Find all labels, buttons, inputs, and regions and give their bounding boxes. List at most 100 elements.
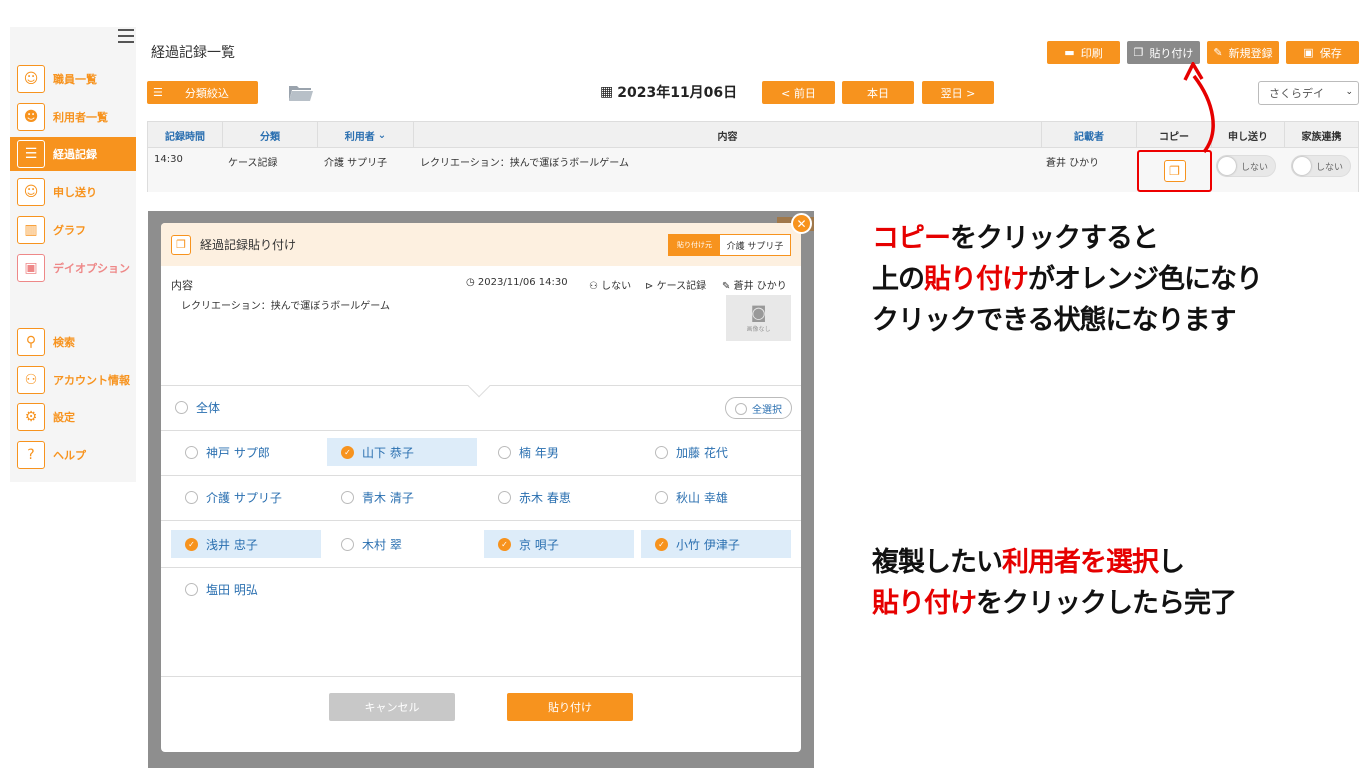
new-entry-button[interactable]: ✎ 新規登録 — [1207, 41, 1279, 64]
sidebar-item-label: 設定 — [53, 411, 75, 424]
sidebar-item-day-option[interactable]: ▣ デイオプション — [10, 251, 136, 285]
user-option[interactable]: 加藤 花代 — [641, 438, 791, 466]
note-text: がオレンジ色になり — [1028, 264, 1263, 295]
dialog-header: ❐ 経過記録貼り付け 貼り付け元 介護 サプリ子 — [161, 223, 801, 266]
radio-icon — [498, 490, 511, 504]
user-option[interactable]: 神戸 サプ郎 — [171, 438, 321, 466]
select-all-button[interactable]: 全選択 — [725, 397, 792, 419]
sidebar-item-search[interactable]: ⚲ 検索 — [10, 325, 136, 359]
user-option[interactable]: ✓ 小竹 伊津子 — [641, 530, 791, 558]
copy-icon[interactable]: ❐ — [1163, 160, 1186, 182]
user-option[interactable]: 介護 サプリ子 — [171, 483, 321, 511]
col-user[interactable]: 利用者 ⌄ — [318, 122, 414, 148]
sidebar-item-account[interactable]: ⚇ アカウント情報 — [10, 363, 136, 397]
sidebar-item-handover[interactable]: ☺ 申し送り — [10, 175, 136, 209]
new-entry-label: 新規登録 — [1228, 46, 1273, 60]
cancel-button[interactable]: キャンセル — [329, 693, 455, 721]
sidebar-item-settings[interactable]: ⚙ 設定 — [10, 400, 136, 434]
sidebar-item-label: 検索 — [53, 336, 75, 349]
note-text: 上の — [872, 264, 925, 295]
source-tag-label: 貼り付け元 — [669, 235, 720, 255]
pencil-icon: ✎ — [1213, 46, 1223, 59]
col-author[interactable]: 記載者 — [1042, 122, 1137, 148]
note-text: コピー — [872, 223, 951, 254]
handover-toggle[interactable]: しない — [1216, 155, 1276, 177]
record-content: レクリエーション：挟んで運ぼうボールゲーム — [181, 301, 390, 312]
user-option-label: 神戸 サプ郎 — [206, 445, 270, 460]
note-text: をクリックすると — [950, 223, 1159, 254]
user-option[interactable]: 青木 清子 — [327, 483, 477, 511]
radio-icon — [655, 445, 668, 459]
sidebar-item-staff[interactable]: ☺ 職員一覧 — [10, 62, 136, 96]
facility-select[interactable]: さくらデイ ⌄ — [1258, 81, 1359, 105]
user-option[interactable]: 木村 翠 — [327, 530, 477, 558]
paste-confirm-button[interactable]: 貼り付け — [507, 693, 633, 721]
copy-highlight: ❐ — [1137, 150, 1212, 192]
category-filter-button[interactable]: ☰ 分類絞込 — [147, 81, 258, 104]
user-option[interactable]: ✓ 浅井 忠子 — [171, 530, 321, 558]
next-day-button[interactable]: 翌日 > — [922, 81, 994, 104]
check-icon: ✓ — [498, 537, 511, 551]
sidebar-item-label: アカウント情報 — [53, 374, 130, 387]
pen-icon: ✎ — [722, 281, 731, 292]
sidebar-item-users[interactable]: ☻ 利用者一覧 — [10, 100, 136, 134]
user-option[interactable]: ✓ 京 唄子 — [484, 530, 634, 558]
user-option-label: 塩田 明弘 — [206, 582, 258, 597]
print-button[interactable]: ▬ 印刷 — [1047, 41, 1120, 64]
prev-day-button[interactable]: < 前日 — [762, 81, 835, 104]
close-icon[interactable]: ✕ — [791, 213, 812, 234]
no-image-placeholder: ◙ 画像なし — [726, 295, 791, 341]
note-text: 複製したい — [872, 547, 1003, 578]
datetime-text: 2023/11/06 14:30 — [477, 277, 568, 288]
sidebar-item-help[interactable]: ? ヘルプ — [10, 438, 136, 472]
search-icon: ⚲ — [17, 328, 45, 356]
divider-notch — [467, 374, 491, 398]
note-text: クリックできる状態になります — [872, 305, 1236, 336]
today-button[interactable]: 本日 — [842, 81, 914, 104]
paste-dialog: ❐ 経過記録貼り付け 貼り付け元 介護 サプリ子 内容 ◷ 2023/11/06… — [161, 223, 801, 752]
handover-icon: ☺ — [17, 178, 45, 206]
copy-icon: ❐ — [1133, 46, 1144, 59]
clipboard-icon: ☰ — [17, 140, 45, 168]
row-category: ケース記録 — [228, 158, 278, 169]
record-author: ✎ 蒼井 ひかり — [722, 277, 787, 292]
page-title: 経過記録一覧 — [151, 45, 235, 61]
check-icon: ✓ — [185, 537, 198, 551]
table-header: 記録時間 分類 利用者 ⌄ 内容 記載者 コピー 申し送り 家族連携 — [148, 122, 1358, 148]
folder-icon[interactable] — [288, 84, 314, 102]
user-option[interactable]: ✓ 山下 恭子 — [327, 438, 477, 466]
col-time[interactable]: 記録時間 — [148, 122, 223, 148]
camera-icon: ◙ — [750, 303, 767, 322]
divider — [161, 475, 801, 476]
sidebar: ☺ 職員一覧 ☻ 利用者一覧 ☰ 経過記録 ☺ 申し送り ▥ グラフ ▣ デイオ… — [10, 27, 136, 482]
source-tag: 貼り付け元 介護 サプリ子 — [668, 234, 791, 256]
check-icon: ✓ — [341, 445, 354, 459]
table-row[interactable]: 14:30 ケース記録 介護 サプリ子 レクリエーション：挟んで運ぼうボールゲー… — [148, 148, 1358, 192]
user-option[interactable]: 楠 年男 — [484, 438, 634, 466]
radio-icon — [655, 490, 668, 504]
date-text: 2023年11月06日 — [617, 85, 738, 101]
note-bottom: 複製したい利用者を選択し 貼り付けをクリックしたら完了 — [872, 542, 1237, 624]
save-button[interactable]: ▣ 保存 — [1286, 41, 1359, 64]
chevron-down-icon: ⌄ — [377, 129, 387, 141]
user-option[interactable]: 秋山 幸雄 — [641, 483, 791, 511]
account-icon: ⚇ — [17, 366, 45, 394]
note-text: をクリックしたら完了 — [976, 588, 1237, 619]
option-all[interactable]: 全体 — [161, 393, 361, 421]
radio-icon — [341, 490, 354, 504]
divider — [161, 430, 801, 431]
user-option-label: 山下 恭子 — [362, 445, 414, 460]
col-category[interactable]: 分類 — [223, 122, 318, 148]
tag-icon: ⊳ — [645, 281, 654, 292]
user-list-icon: ☻ — [17, 103, 45, 131]
record-category: ⊳ ケース記録 — [645, 277, 706, 292]
sidebar-item-records[interactable]: ☰ 経過記録 — [10, 137, 136, 171]
user-option[interactable]: 赤木 春恵 — [484, 483, 634, 511]
user-option[interactable]: 塩田 明弘 — [171, 575, 321, 603]
paste-button[interactable]: ❐ 貼り付け — [1127, 41, 1200, 64]
source-user: 介護 サプリ子 — [726, 241, 784, 252]
col-user-label: 利用者 — [344, 131, 375, 143]
sidebar-item-graph[interactable]: ▥ グラフ — [10, 213, 136, 247]
hamburger-menu-icon[interactable] — [118, 29, 134, 43]
family-toggle[interactable]: しない — [1291, 155, 1351, 177]
